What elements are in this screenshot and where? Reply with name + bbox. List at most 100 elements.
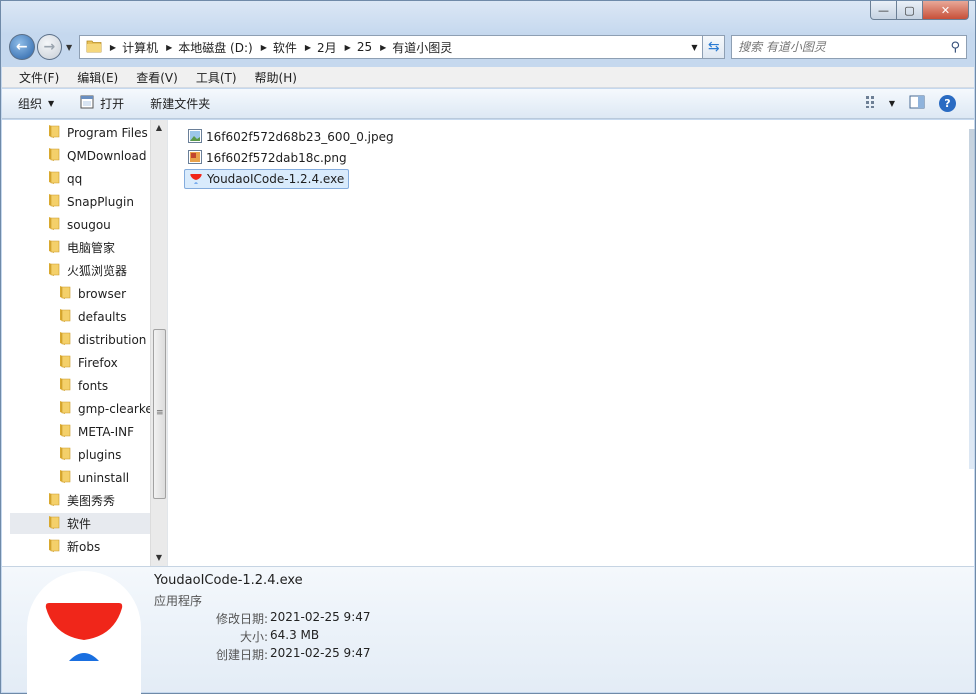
tree-item[interactable]: 电脑管家 (47, 237, 115, 258)
folder-icon (47, 514, 61, 533)
file-item[interactable]: 16f602f572dab18c.png (184, 148, 351, 168)
tree-item-label: QMDownload (67, 148, 147, 163)
folder-icon (47, 192, 61, 211)
help-icon[interactable]: ? (939, 95, 956, 112)
scroll-down-icon[interactable]: ▼ (151, 550, 167, 566)
menu-view[interactable]: 查看(V) (127, 69, 187, 86)
folder-icon (58, 330, 72, 349)
grip-icon: ≡ (156, 408, 164, 418)
chevron-down-icon: ▼ (48, 99, 55, 108)
breadcrumb-february[interactable]: ▶ 2月 (301, 39, 341, 56)
address-bar[interactable]: ▶ 计算机 ▶ 本地磁盘 (D:) ▶ 软件 ▶ 2月 ▶ 25 ▶ 有道小图灵 ▼ (78, 35, 704, 59)
tree-item-label: SnapPlugin (67, 194, 134, 209)
jpeg-image-icon (188, 128, 202, 146)
file-item-label: 16f602f572d68b23_600_0.jpeg (206, 130, 394, 144)
folder-icon (47, 215, 61, 234)
folder-icon (58, 422, 72, 441)
search-input[interactable] (738, 40, 951, 54)
details-size-value: 64.3 MB (270, 628, 320, 642)
refresh-button[interactable]: ⇆ (703, 35, 726, 59)
new-folder-button[interactable]: 新建文件夹 (150, 95, 210, 112)
content-area: Program Files QMDownload qq SnapPlugin sougo… (2, 120, 974, 566)
chevron-right-icon: ▶ (260, 42, 267, 52)
tree-item[interactable]: distribution (58, 329, 146, 350)
navigation-tree: Program Files QMDownload qq SnapPlugin sougo… (2, 120, 150, 566)
tree-item[interactable]: uninstall (58, 467, 129, 488)
recent-pages-dropdown[interactable]: ▼ (63, 43, 75, 52)
details-file-name: YoudaoICode-1.2.4.exe (154, 573, 303, 588)
details-pane: YoudaoICode-1.2.4.exe 应用程序 修改日期: 2021-02… (2, 566, 974, 694)
file-item-label: YoudaoICode-1.2.4.exe (207, 172, 345, 186)
tree-item-label: fonts (78, 378, 109, 393)
details-modified-row: 修改日期: 2021-02-25 9:47 (154, 610, 371, 627)
folder-icon (47, 261, 61, 280)
address-history-dropdown[interactable]: ▼ (686, 43, 702, 52)
view-list-icon (865, 95, 881, 112)
tree-item[interactable]: qq (47, 168, 82, 189)
search-icon[interactable]: ⚲ (950, 40, 960, 55)
file-item[interactable]: YoudaoICode-1.2.4.exe (184, 169, 350, 189)
file-item[interactable]: 16f602f572d68b23_600_0.jpeg (184, 127, 398, 147)
breadcrumb-drive-d[interactable]: ▶ 本地磁盘 (D:) (162, 39, 257, 56)
file-list: 16f602f572d68b23_600_0.jpeg 16f602f572dab… (168, 120, 974, 566)
forward-button[interactable]: → (36, 34, 63, 60)
png-image-icon (188, 149, 202, 167)
menu-tools[interactable]: 工具(T) (187, 69, 246, 86)
folder-icon (58, 307, 72, 326)
menu-edit[interactable]: 编辑(E) (68, 69, 127, 86)
change-view-button[interactable]: ▼ (865, 95, 895, 112)
close-button[interactable]: ✕ (923, 1, 969, 20)
scroll-up-icon[interactable]: ▲ (151, 120, 167, 136)
view-controls: ▼ ? (865, 95, 956, 112)
tree-scrollbar[interactable]: ▲ ≡ ▼ (150, 120, 167, 566)
tree-item[interactable]: plugins (58, 444, 121, 465)
tree-item-label: 火狐浏览器 (67, 264, 128, 278)
chevron-right-icon: ▶ (344, 42, 351, 52)
tree-item[interactable]: 新obs (47, 536, 100, 557)
tree-item-label: browser (78, 286, 127, 301)
background-window-edge (969, 129, 975, 469)
maximize-button[interactable]: ▢ (897, 1, 923, 20)
explorer-window: — ▢ ✕ ← → ▼ ▶ 计算机 ▶ 本地磁盘 (D:) ▶ 软件 ▶ 2月 ▶ 25 … (0, 0, 976, 694)
search-box[interactable]: ⚲ (731, 35, 967, 59)
details-created-row: 创建日期: 2021-02-25 9:47 (154, 646, 371, 663)
open-button[interactable]: 打开 (80, 95, 124, 112)
menu-bar: 文件(F) 编辑(E) 查看(V) 工具(T) 帮助(H) (2, 67, 974, 88)
organize-button[interactable]: 组织 ▼ (18, 95, 54, 112)
minimize-button[interactable]: — (870, 1, 897, 20)
tree-item[interactable]: 软件 (10, 513, 150, 534)
scrollbar-thumb[interactable]: ≡ (153, 329, 166, 499)
youdao-app-icon (189, 171, 203, 188)
back-button[interactable]: ← (9, 34, 35, 60)
tree-item[interactable]: 火狐浏览器 (47, 260, 127, 281)
tree-item-label: 美图秀秀 (67, 494, 116, 508)
preview-pane-button[interactable] (909, 95, 925, 112)
menu-help[interactable]: 帮助(H) (246, 69, 306, 86)
refresh-icon: ⇆ (707, 39, 720, 55)
tree-item[interactable]: browser (58, 283, 126, 304)
chevron-right-icon: ▶ (166, 42, 173, 52)
tree-item[interactable]: Program Files (47, 122, 148, 143)
folder-icon (47, 537, 61, 556)
details-modified-label: 修改日期: (215, 612, 268, 626)
tree-item[interactable]: Firefox (58, 352, 118, 373)
menu-file[interactable]: 文件(F) (10, 69, 68, 86)
breadcrumb-youdao[interactable]: ▶ 有道小图灵 (376, 39, 456, 56)
folder-icon (58, 284, 72, 303)
tree-item-label: gmp-clearkey (78, 401, 150, 416)
tree-item[interactable]: defaults (58, 306, 126, 327)
tree-item-label: Program Files (67, 125, 148, 140)
file-item-label: 16f602f572dab18c.png (206, 151, 347, 165)
tree-item[interactable]: fonts (58, 375, 108, 396)
breadcrumb-computer[interactable]: ▶ 计算机 (106, 39, 162, 56)
tree-item[interactable]: QMDownload (47, 145, 146, 166)
breadcrumb-25[interactable]: ▶ 25 (341, 40, 376, 54)
breadcrumb-software[interactable]: ▶ 软件 (257, 39, 301, 56)
tree-item-label: 软件 (67, 517, 92, 531)
tree-item[interactable]: META-INF (58, 421, 134, 442)
tree-item[interactable]: sougou (47, 214, 111, 235)
tree-item[interactable]: 美图秀秀 (47, 490, 115, 511)
tree-item[interactable]: SnapPlugin (47, 191, 134, 212)
arrow-left-icon: ← (15, 39, 28, 55)
tree-item[interactable]: gmp-clearkey (58, 398, 150, 419)
